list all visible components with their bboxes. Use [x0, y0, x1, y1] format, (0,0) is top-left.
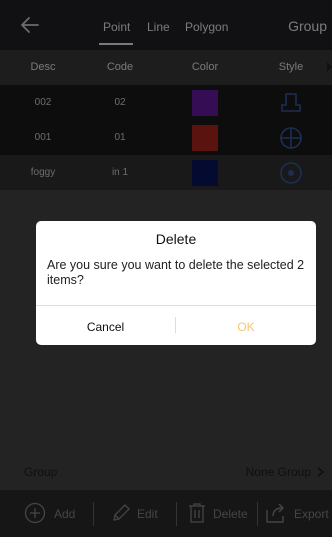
screen: Point Line Polygon Group Desc Code Color…: [0, 0, 332, 537]
dialog-divider: [36, 305, 316, 306]
cancel-button[interactable]: Cancel: [36, 319, 175, 335]
ok-button[interactable]: OK: [176, 319, 316, 335]
delete-dialog: Delete Are you sure you want to delete t…: [36, 221, 316, 345]
dialog-message: Are you sure you want to delete the sele…: [47, 258, 305, 287]
dialog-title: Delete: [155, 231, 197, 247]
